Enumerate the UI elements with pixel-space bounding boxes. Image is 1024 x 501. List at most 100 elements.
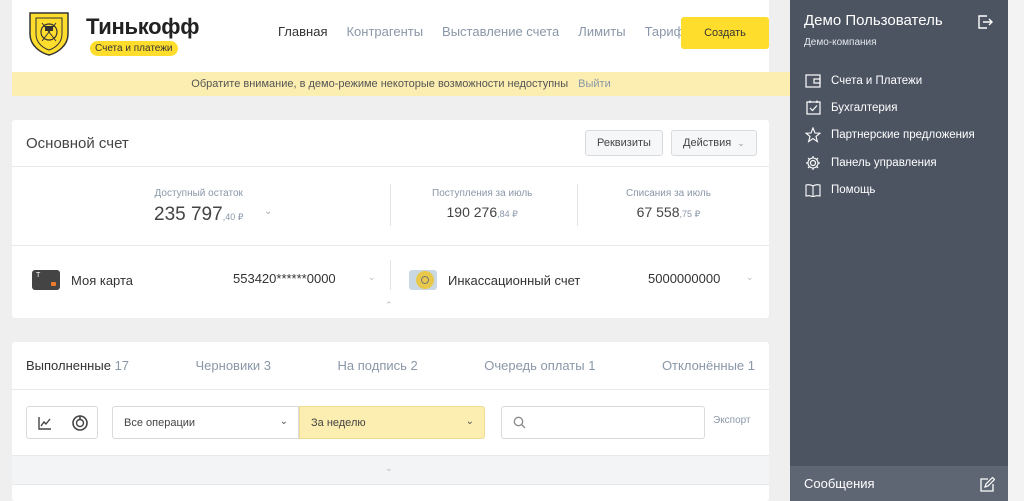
export-link[interactable]: Экспорт [713, 415, 751, 426]
operations-type-select[interactable]: Все операции ⌄ [112, 406, 299, 439]
collection-account-number: 5000000000 [648, 271, 721, 286]
operations-expand-bar[interactable]: ⌄ [12, 455, 769, 485]
chevron-down-icon[interactable]: ⌄ [746, 272, 754, 283]
tab-label: Очередь оплаты [484, 358, 585, 373]
create-button[interactable]: Создать [681, 17, 769, 49]
actions-button[interactable]: Действия ⌄ [671, 130, 757, 156]
balance-expand-chevron-icon[interactable]: ⌄ [264, 206, 272, 217]
available-balance-fraction: ,40 ₽ [222, 212, 244, 222]
income-label: Поступления за июль [432, 188, 533, 199]
nav-item-main[interactable]: Главная [278, 24, 327, 39]
sidebar-item-label: Бухгалтерия [831, 101, 898, 114]
tab-label: Выполненные [26, 358, 111, 373]
tab-count: 1 [747, 358, 755, 373]
chevron-down-icon: ⌄ [737, 137, 745, 148]
sidebar-item-label: Помощь [831, 183, 876, 196]
divider [12, 245, 769, 246]
search-input[interactable] [534, 416, 694, 429]
line-chart-icon [37, 416, 51, 430]
tab-count: 3 [263, 358, 272, 373]
income-stat: Поступления за июль 190 276,84 ₽ [432, 188, 532, 220]
collection-account-row[interactable]: Инкассационный счет [409, 270, 580, 290]
income-value: 190 276 [446, 204, 498, 220]
period-select[interactable]: За неделю ⌄ [299, 406, 485, 439]
my-card-name: Моя карта [71, 272, 134, 288]
sidebar-item-help[interactable]: Помощь [804, 176, 975, 203]
line-chart-view-button[interactable] [27, 407, 62, 438]
nav-item-limits[interactable]: Лимиты [578, 24, 625, 39]
tab-count: 1 [588, 358, 596, 373]
operations-tabs: Выполненные 17 Черновики 3 На подпись 2 … [26, 358, 755, 373]
collection-account-name: Инкассационный счет [448, 272, 581, 288]
messages-label: Сообщения [804, 476, 875, 491]
expense-fraction: ,75 ₽ [679, 209, 701, 219]
chevron-down-icon: ⌄ [465, 416, 474, 427]
page-background [1008, 0, 1024, 501]
divider [12, 389, 769, 390]
sidebar-item-partner-offers[interactable]: Партнерские предложения [804, 122, 975, 149]
operations-type-value: Все операции [124, 416, 196, 429]
nav-item-invoicing[interactable]: Выставление счета [442, 24, 559, 39]
logout-button[interactable] [976, 13, 994, 36]
gear-icon [804, 154, 822, 172]
chevron-down-icon[interactable]: ⌄ [368, 272, 376, 283]
star-icon [804, 126, 822, 144]
main-account-card: Основной счет Реквизиты Действия ⌄ Досту… [12, 120, 769, 318]
view-toggle [26, 406, 98, 439]
search-icon [513, 416, 526, 429]
tab-label: На подпись [337, 358, 407, 373]
expense-value: 67 558 [636, 204, 680, 220]
collection-account-icon [409, 270, 437, 290]
tab-label: Черновики [195, 358, 261, 373]
tab-completed[interactable]: Выполненные 17 [26, 358, 129, 373]
expense-stat: Списания за июль 67 558,75 ₽ [626, 188, 711, 220]
tinkoff-emblem-icon [29, 12, 69, 56]
available-balance-value: 235 797 [154, 204, 223, 225]
tab-label: Отклонённые [661, 358, 745, 373]
brand-name: Тинькофф [86, 14, 200, 39]
available-balance-label: Доступный остаток [154, 188, 243, 199]
messages-button[interactable]: Сообщения [790, 466, 1008, 501]
sidebar-item-accounting[interactable]: Бухгалтерия [804, 94, 975, 121]
operations-card: Выполненные 17 Черновики 3 На подпись 2 … [12, 342, 769, 501]
tab-payment-queue[interactable]: Очередь оплаты 1 [484, 358, 595, 373]
compose-icon[interactable] [979, 476, 996, 496]
nav-item-contractors[interactable]: Контрагенты [346, 24, 423, 39]
exit-demo-link[interactable]: Выйти [578, 78, 611, 90]
tab-rejected[interactable]: Отклонённые 1 [662, 358, 755, 373]
user-name: Демо Пользователь [804, 12, 943, 29]
book-icon [804, 181, 822, 199]
calendar-check-icon [804, 99, 822, 117]
expense-label: Списания за июль [626, 188, 711, 199]
brand-logo[interactable]: Тинькофф Счета и платежи [26, 8, 200, 60]
details-button[interactable]: Реквизиты [585, 130, 663, 156]
income-fraction: ,84 ₽ [497, 209, 518, 219]
demo-notice-banner: Обратите внимание, в демо-режиме некотор… [12, 72, 790, 96]
tab-drafts[interactable]: Черновики 3 [196, 358, 272, 373]
header: Тинькофф Счета и платежи Главная Контраг… [12, 0, 769, 72]
my-card-number: 553420******0000 [233, 271, 336, 286]
period-value: За неделю [311, 416, 366, 429]
sidebar-item-accounts-payments[interactable]: Счета и Платежи [804, 67, 975, 94]
chevron-down-icon: ⌄ [279, 416, 288, 427]
logout-icon [978, 15, 993, 29]
collapse-chevron-up-icon[interactable]: ⌃ [385, 300, 393, 311]
divider [577, 184, 578, 226]
pie-chart-view-button[interactable] [62, 407, 97, 438]
my-card-row[interactable]: Моя карта [32, 270, 133, 290]
divider [390, 260, 391, 290]
available-balance: Доступный остаток 235 797,40 ₽ [154, 188, 243, 226]
pie-chart-icon [71, 414, 88, 431]
brand-subtitle: Счета и платежи [90, 41, 178, 56]
chevron-down-icon: ⌄ [385, 463, 393, 473]
sidebar-item-label: Панель управления [831, 156, 937, 169]
bank-card-icon [32, 270, 60, 290]
account-title: Основной счет [26, 135, 129, 152]
search-field[interactable] [501, 406, 705, 439]
divider [390, 184, 391, 226]
sidebar-item-control-panel[interactable]: Панель управления [804, 149, 975, 176]
tab-count: 2 [410, 358, 418, 373]
tab-to-sign[interactable]: На подпись 2 [338, 358, 418, 373]
sidebar-menu: Счета и Платежи Бухгалтерия Партнерские … [804, 67, 975, 203]
sidebar-item-label: Счета и Платежи [831, 74, 923, 87]
